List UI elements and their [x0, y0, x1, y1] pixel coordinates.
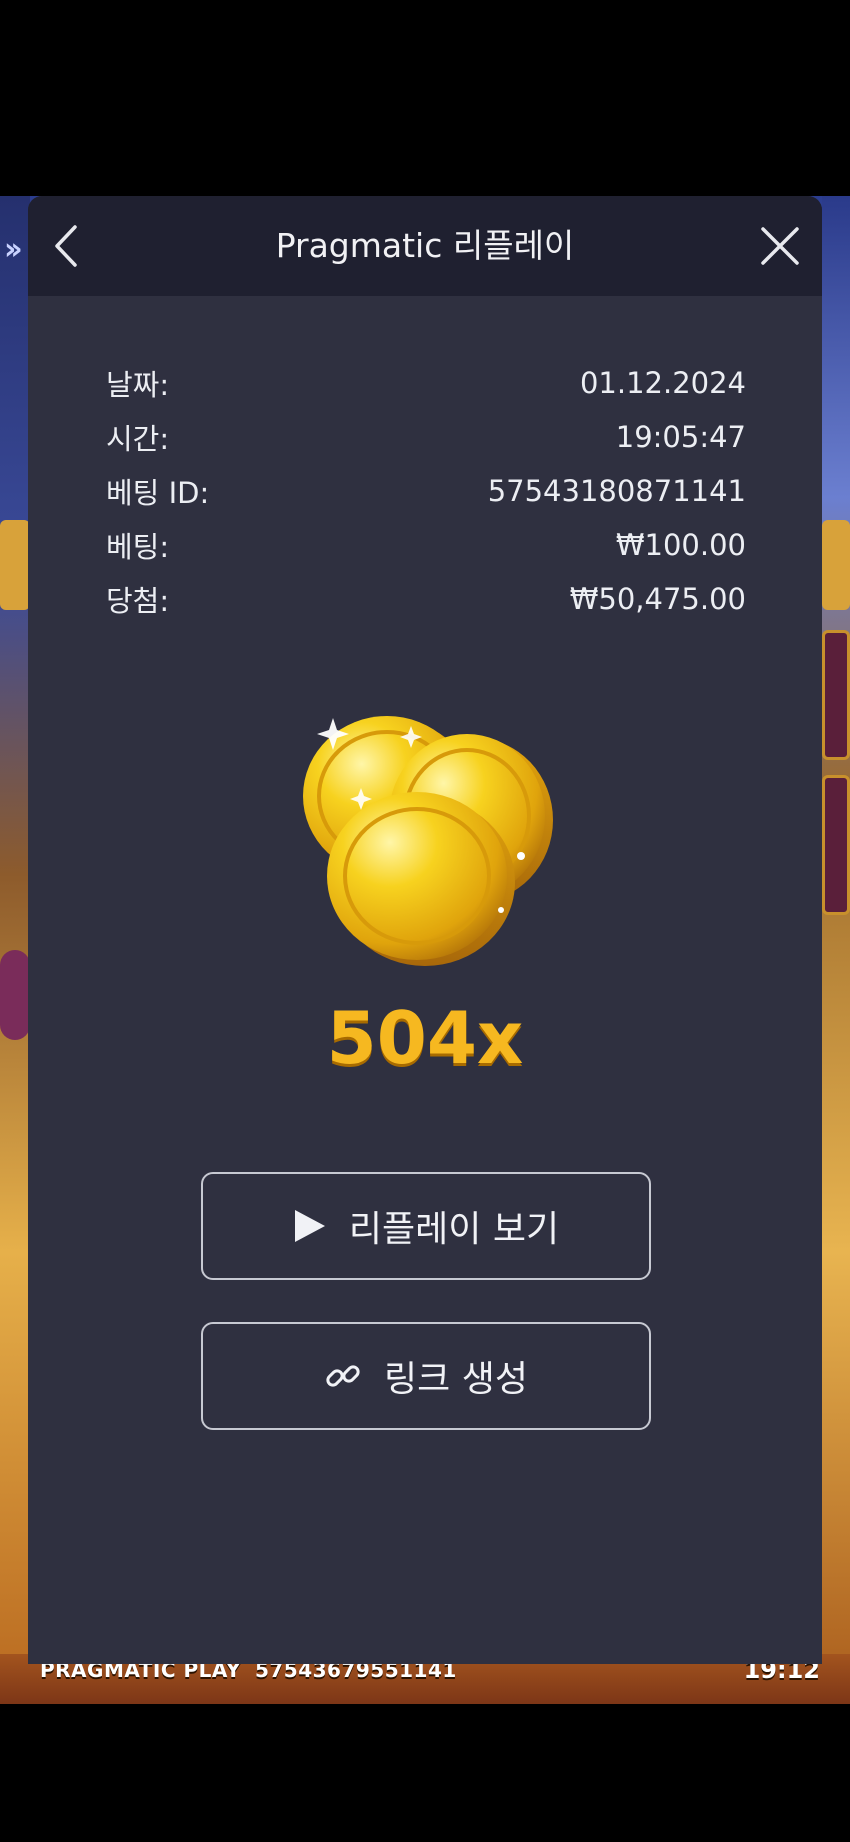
game-decoration: [0, 950, 30, 1040]
game-right-edge: [822, 196, 850, 1704]
create-link-button[interactable]: 링크 생성: [201, 1322, 651, 1430]
detail-value: 01.12.2024: [579, 366, 746, 400]
detail-value: 57543180871141: [487, 474, 746, 508]
detail-label: 베팅:: [106, 530, 170, 564]
detail-row-bet-id: 베팅 ID: 57543180871141: [106, 464, 746, 518]
modal-header: Pragmatic 리플레이: [28, 196, 822, 296]
replay-modal: Pragmatic 리플레이 날짜: 01.12.2024 시간: 19:05:…: [28, 196, 822, 1664]
game-decoration: [822, 775, 850, 915]
detail-row-bet: 베팅: ₩100.00: [106, 518, 746, 572]
detail-value: ₩100.00: [615, 528, 746, 562]
detail-row-time: 시간: 19:05:47: [106, 410, 746, 464]
detail-label: 당첨:: [106, 584, 170, 618]
back-button[interactable]: [42, 220, 90, 272]
expand-chevron-icon[interactable]: ››: [4, 232, 23, 267]
gold-coins-image: [28, 696, 822, 996]
detail-value: ₩50,475.00: [569, 582, 746, 616]
play-icon: [293, 1208, 327, 1244]
game-decoration: [822, 630, 850, 760]
detail-label: 베팅 ID:: [106, 476, 210, 510]
view-replay-button[interactable]: 리플레이 보기: [201, 1172, 651, 1280]
coins-icon: [303, 716, 553, 966]
detail-label: 날짜:: [106, 368, 170, 402]
detail-value: 19:05:47: [615, 420, 746, 454]
bet-details: 날짜: 01.12.2024 시간: 19:05:47 베팅 ID: 57543…: [106, 356, 746, 626]
link-icon: [324, 1357, 362, 1395]
close-icon: [761, 227, 799, 265]
win-multiplier: 504x: [326, 996, 524, 1080]
detail-label: 시간:: [106, 422, 170, 456]
close-button[interactable]: [752, 218, 808, 274]
modal-title: Pragmatic 리플레이: [275, 226, 575, 265]
detail-row-win: 당첨: ₩50,475.00: [106, 572, 746, 626]
create-link-label: 링크 생성: [384, 1359, 528, 1400]
chevron-left-icon: [55, 225, 77, 267]
detail-row-date: 날짜: 01.12.2024: [106, 356, 746, 410]
game-decoration: [822, 520, 850, 610]
view-replay-label: 리플레이 보기: [348, 1209, 560, 1250]
game-decoration: [0, 520, 30, 610]
